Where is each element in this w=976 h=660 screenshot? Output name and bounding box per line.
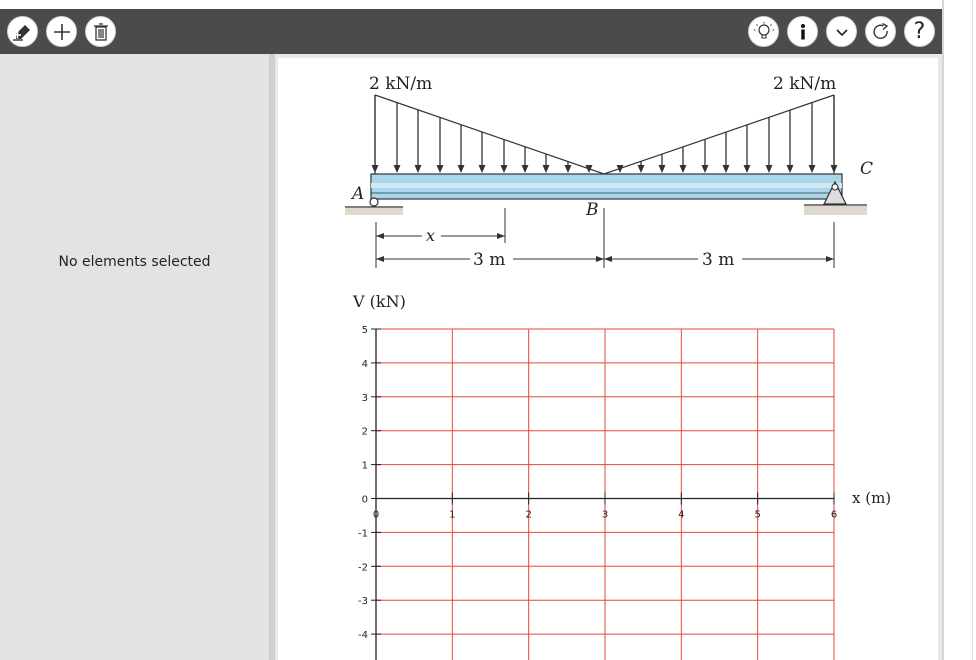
dim-right-label: 3 m [702,250,734,270]
x-tick-label: 5 [754,510,760,521]
y-tick-label: 3 [362,393,368,404]
load-arrowhead [808,165,816,173]
label-a: A [350,184,364,204]
plus-icon [53,23,70,40]
add-button[interactable] [46,16,77,47]
y-tick-label: -1 [358,528,368,539]
load-arrowhead [658,165,666,173]
label-b: B [585,200,599,220]
x-dimension-label: x [426,226,435,245]
load-arrowhead [478,165,486,173]
load-arrowhead [414,165,422,173]
no-selection-message: No elements selected [58,254,211,270]
y-tick-label: -4 [358,630,368,641]
load-arrowhead [679,165,687,173]
load-arrowhead [457,165,465,173]
load-left-label: 2 kN/m [369,74,432,94]
load-arrowhead [585,165,593,173]
load-arrowhead [743,165,751,173]
canvas-border [942,0,944,660]
toolbar: ? [0,9,942,54]
load-arrows [371,95,838,173]
load-arrowhead [542,165,550,173]
load-arrowhead [564,165,572,173]
load-arrowhead [393,165,401,173]
delete-button[interactable] [85,16,116,47]
pencil-plus-icon [12,24,30,41]
help-button[interactable]: ? [904,16,935,47]
y-tick-label: 4 [362,359,368,370]
hint-button[interactable] [748,16,779,47]
redo-icon [872,22,888,39]
lightbulb-icon [753,21,774,39]
y-tick-label: 2 [362,427,368,438]
info-button[interactable] [787,16,818,47]
dim-left-label: 3 m [473,250,505,270]
chart-ticks: 5 4 3 2 1 0 -1 -2 -3 -4 0 1 2 3 4 5 6 [358,325,837,641]
beam [370,173,843,200]
x-tick-label: 6 [831,510,837,521]
x-tick-label: 0 [373,510,379,521]
load-arrowhead [637,165,645,173]
load-arrowhead [830,165,838,173]
load-arrowhead [786,165,794,173]
y-tick-label: 5 [362,325,368,336]
load-arrowhead [371,165,379,173]
y-tick-label: -3 [358,596,368,607]
x-tick-label: 1 [449,510,455,521]
scrollbar[interactable] [972,0,976,660]
y-tick-label: -2 [358,562,368,573]
problem-figure: 2 kN/m 2 kN/m A B C x 3 m 3 m V (kN) x (… [345,74,891,660]
y-tick-label: 0 [362,495,368,506]
drawing-canvas[interactable]: 2 kN/m 2 kN/m A B C x 3 m 3 m V (kN) x (… [278,58,938,660]
load-arrowhead [500,165,508,173]
question-icon: ? [913,18,926,44]
load-arrowhead [521,165,529,173]
x-tick-label: 2 [525,510,531,521]
load-right-label: 2 kN/m [773,74,836,94]
load-arrowhead [436,165,444,173]
distributed-load [374,94,835,175]
x-tick-label: 3 [602,510,608,521]
dimension-arrowheads [376,233,834,262]
load-arrowhead [701,165,709,173]
menu-button[interactable] [826,16,857,47]
y-axis-label: V (kN) [352,292,406,311]
x-axis-label: x (m) [852,489,891,507]
add-element-button[interactable] [7,16,38,47]
load-arrowhead [765,165,773,173]
reset-button[interactable] [865,16,896,47]
trash-icon [93,22,108,41]
chevron-down-icon [835,28,848,36]
label-c: C [860,159,873,179]
y-tick-label: 1 [362,461,368,472]
info-icon [800,23,805,39]
x-tick-label: 4 [678,510,684,521]
load-arrowhead [722,165,730,173]
properties-panel: No elements selected [0,54,269,660]
